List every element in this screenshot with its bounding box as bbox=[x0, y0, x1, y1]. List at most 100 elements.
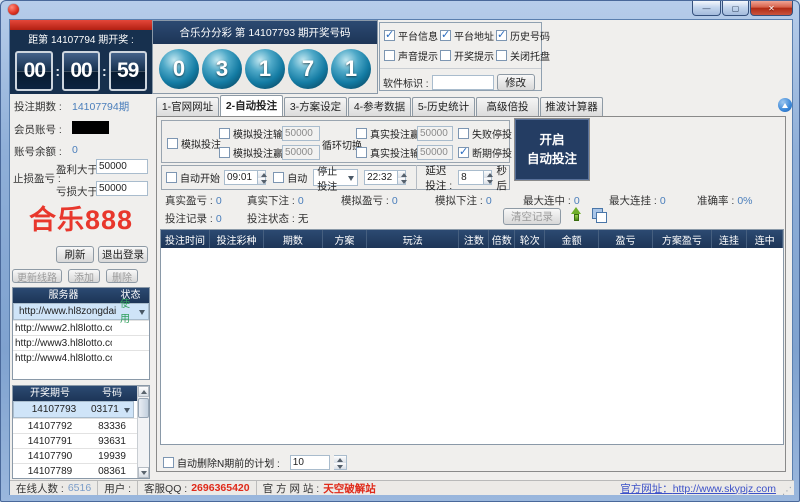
auto-delete-spinner[interactable] bbox=[333, 455, 347, 470]
client-area: 距第 14107794 期开奖 : 00:00:59 合乐分分彩 第 14107… bbox=[9, 19, 794, 497]
delay-input[interactable] bbox=[458, 170, 485, 185]
draw-block: 合乐分分彩 第 14107793 期开奖号码 0 3 1 7 1 bbox=[152, 20, 378, 94]
server-row[interactable]: http://www.hl8zongdai.c... 使用 bbox=[13, 299, 149, 325]
real-win-input[interactable] bbox=[417, 126, 453, 141]
maximize-button[interactable]: ▢ bbox=[722, 1, 749, 16]
stat-max-win-streak: 最大连中 :0 bbox=[523, 195, 580, 207]
scroll-down-arrow-icon[interactable] bbox=[138, 467, 149, 478]
close-button[interactable]: ✕ bbox=[750, 1, 793, 16]
bet-table-body[interactable] bbox=[161, 248, 783, 444]
server-row[interactable]: http://www4.hl8lotto.com bbox=[13, 350, 149, 365]
tab-bar: 1-官网网址 2-自动投注 3-方案设定 4-参考数据 5-历史统计 高级倍投 … bbox=[156, 95, 604, 116]
server-row[interactable]: http://www3.hl8lotto.com bbox=[13, 335, 149, 350]
qq-segment: 客服QQ :2696365420 bbox=[138, 481, 257, 495]
logout-button[interactable]: 退出登录 bbox=[98, 246, 148, 263]
bet-period-value: 14107794期 bbox=[72, 101, 130, 113]
checkbox-icon bbox=[458, 145, 469, 158]
checkbox-platform-info[interactable]: 平台信息 bbox=[384, 28, 438, 43]
draw-numbers: 0 3 1 7 1 bbox=[153, 44, 377, 93]
stat-sim-profit: 模拟盈亏 :0 bbox=[341, 195, 398, 207]
checkbox-auto-start[interactable]: 自动开始 bbox=[166, 170, 220, 185]
title-bar[interactable]: — ▢ ✕ bbox=[1, 1, 799, 19]
clear-records-button[interactable]: 清空记录 bbox=[503, 208, 561, 225]
resize-grip[interactable] bbox=[780, 482, 792, 497]
checkbox-auto[interactable]: 自动 bbox=[273, 170, 307, 185]
scroll-up-arrow-icon[interactable] bbox=[138, 386, 149, 397]
user-segment: 用户 : bbox=[98, 481, 139, 495]
start-auto-bet-button[interactable]: 开启 自动投注 bbox=[514, 118, 590, 181]
collapse-up-icon[interactable] bbox=[778, 98, 792, 112]
auto-bet-panel: 模拟投注 模拟投注输 模拟投注赢 循环切换 真实投注赢 真实投注输 失败停投 断… bbox=[156, 116, 786, 472]
software-id-input[interactable] bbox=[431, 75, 494, 90]
minimize-button[interactable]: — bbox=[692, 1, 721, 16]
draw-title: 合乐分分彩 第 14107793 期开奖号码 bbox=[153, 21, 377, 44]
draw-history-row[interactable]: 14107793 03171 bbox=[13, 401, 134, 418]
draw-history-row[interactable]: 14107791 93631 bbox=[13, 433, 137, 448]
copy-icon[interactable] bbox=[592, 208, 607, 223]
checkbox-sim-bet[interactable]: 模拟投注 bbox=[167, 136, 221, 151]
checkbox-real-win[interactable]: 真实投注赢 bbox=[356, 126, 420, 141]
checkbox-draw-alert[interactable]: 开奖提示 bbox=[440, 48, 494, 63]
tab-wave-calculator[interactable]: 推波计算器 bbox=[540, 97, 603, 116]
clock-minutes: 00 bbox=[62, 50, 100, 91]
checkbox-icon bbox=[458, 128, 469, 139]
auto-delete-input[interactable] bbox=[289, 455, 330, 470]
modify-button[interactable]: 修改 bbox=[496, 74, 535, 91]
online-count: 在线人数 :6516 bbox=[10, 481, 99, 495]
delete-button[interactable]: 删除 bbox=[106, 269, 138, 284]
checkbox-fail-stop[interactable]: 失败停投 bbox=[458, 126, 512, 141]
options-box: 平台信息 平台地址 历史号码 声音提示 开奖提示 关闭托盘 软件标识 : 修改 bbox=[379, 22, 550, 91]
checkbox-icon bbox=[167, 138, 178, 149]
checkbox-sound-alert[interactable]: 声音提示 bbox=[384, 48, 438, 63]
checkbox-icon bbox=[496, 28, 507, 41]
add-button[interactable]: 添加 bbox=[68, 269, 100, 284]
checkbox-sim-lose[interactable]: 模拟投注输 bbox=[219, 126, 283, 141]
draw-history-row[interactable]: 14107792 83336 bbox=[13, 418, 137, 433]
upload-arrow-icon[interactable] bbox=[569, 207, 584, 223]
loss-gt-input[interactable] bbox=[96, 181, 148, 196]
delay-suffix: 秒后 bbox=[496, 164, 507, 192]
auto-delete-row: 自动删除N期前的计划 : bbox=[163, 455, 347, 470]
status-bar: 在线人数 :6516 用户 : 客服QQ :2696365420 官 方 网 站… bbox=[10, 480, 794, 497]
tab-plan-setting[interactable]: 3-方案设定 bbox=[284, 97, 347, 116]
sidebar: 投注期数 : 14107794期 会员账号 : 账号余额 : 0 止损盈亏 : … bbox=[10, 94, 152, 480]
tab-advanced-multiplier[interactable]: 高级倍投 bbox=[476, 97, 539, 116]
checkbox-sim-win[interactable]: 模拟投注赢 bbox=[219, 145, 283, 160]
official-site-link[interactable]: 官方网址：http://www.skypjz.com bbox=[620, 481, 776, 496]
checkbox-break-stop[interactable]: 断期停投 bbox=[458, 145, 512, 160]
draw-history-row[interactable]: 14107790 19939 bbox=[13, 448, 137, 463]
draw-history-header: 开奖期号 号码 bbox=[13, 386, 137, 401]
checkbox-history-numbers[interactable]: 历史号码 bbox=[496, 28, 550, 43]
stop-bet-select[interactable]: 停止投注 bbox=[313, 167, 359, 193]
sim-win-input[interactable] bbox=[282, 145, 320, 160]
update-line-button[interactable]: 更新线路 bbox=[12, 269, 62, 284]
draw-history-scrollbar[interactable] bbox=[137, 386, 149, 478]
checkbox-icon bbox=[356, 147, 367, 158]
red-banner bbox=[10, 20, 152, 30]
sim-lose-input[interactable] bbox=[282, 126, 320, 141]
checkbox-close-tray[interactable]: 关闭托盘 bbox=[496, 48, 550, 63]
draw-ball: 1 bbox=[331, 48, 371, 89]
profit-gt-input[interactable] bbox=[96, 159, 148, 174]
schedule-row: 自动开始 自动 停止投注 延迟投注 : 秒后 bbox=[161, 164, 510, 193]
main-area: 1-官网网址 2-自动投注 3-方案设定 4-参考数据 5-历史统计 高级倍投 … bbox=[154, 94, 794, 480]
end-time-input[interactable] bbox=[364, 170, 399, 185]
tab-history-stats[interactable]: 5-历史统计 bbox=[412, 97, 475, 116]
checkbox-platform-address[interactable]: 平台地址 bbox=[440, 28, 494, 43]
scrollbar-thumb[interactable] bbox=[138, 398, 149, 418]
tab-reference-data[interactable]: 4-参考数据 bbox=[348, 97, 411, 116]
checkbox-real-lose[interactable]: 真实投注输 bbox=[356, 145, 420, 160]
start-time-spinner[interactable] bbox=[258, 170, 268, 185]
real-lose-input[interactable] bbox=[417, 145, 453, 160]
checkbox-auto-delete[interactable]: 自动删除N期前的计划 : bbox=[163, 455, 280, 470]
draw-history-row[interactable]: 14107789 08361 bbox=[13, 463, 137, 478]
draw-ball: 3 bbox=[202, 48, 242, 89]
refresh-button[interactable]: 刷新 bbox=[56, 246, 94, 263]
tab-official-site[interactable]: 1-官网网址 bbox=[156, 97, 219, 116]
start-time-input[interactable] bbox=[224, 170, 258, 185]
end-time-spinner[interactable] bbox=[398, 170, 408, 185]
delay-spinner[interactable] bbox=[484, 170, 494, 185]
tab-auto-bet[interactable]: 2-自动投注 bbox=[220, 95, 283, 116]
app-icon bbox=[8, 4, 19, 15]
stat-real-bets: 真实下注 :0 bbox=[247, 195, 304, 207]
